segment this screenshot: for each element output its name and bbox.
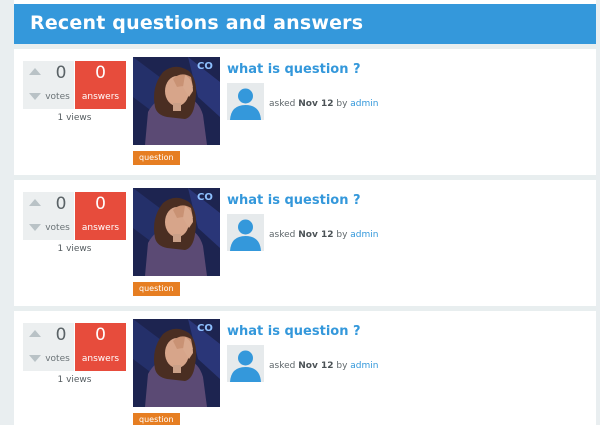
asked-label: asked (269, 99, 296, 109)
vote-count: 0 (55, 325, 67, 345)
vote-count: 0 (55, 63, 67, 83)
question-tag[interactable]: question (133, 413, 180, 425)
by-label: by (336, 230, 348, 240)
by-label: by (336, 361, 348, 371)
votes-label: votes (45, 92, 70, 102)
user-link[interactable]: admin (350, 361, 378, 371)
vote-up-icon[interactable] (29, 68, 41, 75)
question-title-link[interactable]: what is question ? (227, 193, 361, 208)
svg-text:CO: CO (197, 61, 213, 72)
user-link[interactable]: admin (350, 99, 378, 109)
answers-label: answers (81, 223, 120, 233)
votes-label: votes (45, 223, 70, 233)
thumbnail-image: CO (133, 319, 220, 407)
svg-text:CO: CO (197, 323, 213, 334)
question-meta: asked Nov 12 by admin (269, 361, 378, 371)
votes-box: 0 votes (23, 61, 74, 109)
vote-up-icon[interactable] (29, 330, 41, 337)
section-header: Recent questions and answers (14, 4, 596, 44)
votes-label: votes (45, 354, 70, 364)
question-meta: asked Nov 12 by admin (269, 230, 378, 240)
answers-box: 0 answers (75, 61, 126, 109)
question-date: Nov 12 (298, 99, 334, 109)
thumbnail-image: CO (133, 188, 220, 276)
vote-count: 0 (55, 194, 67, 214)
votes-box: 0 votes (23, 323, 74, 371)
votes-box: 0 votes (23, 192, 74, 240)
answer-count: 0 (95, 325, 106, 345)
user-link[interactable]: admin (350, 230, 378, 240)
question-title-link[interactable]: what is question ? (227, 62, 361, 77)
views-count: 1 views (57, 375, 92, 385)
user-avatar-icon[interactable] (227, 214, 264, 251)
question-date: Nov 12 (298, 361, 334, 371)
question-tag[interactable]: question (133, 282, 180, 296)
by-label: by (336, 99, 348, 109)
asked-label: asked (269, 230, 296, 240)
user-avatar-icon[interactable] (227, 345, 264, 382)
answer-count: 0 (95, 194, 106, 214)
answers-box: 0 answers (75, 192, 126, 240)
question-thumbnail[interactable]: CO (133, 188, 220, 276)
question-list: 0 votes 0 answers 1 views CO question wh… (14, 44, 596, 425)
svg-text:CO: CO (197, 192, 213, 203)
views-count: 1 views (57, 244, 92, 254)
question-title-link[interactable]: what is question ? (227, 324, 361, 339)
question-item: 0 votes 0 answers 1 views CO question wh… (14, 180, 596, 306)
asked-label: asked (269, 361, 296, 371)
avatar-silhouette (230, 219, 261, 251)
question-date: Nov 12 (298, 230, 334, 240)
views-count: 1 views (57, 113, 92, 123)
question-thumbnail[interactable]: CO (133, 57, 220, 145)
question-item: 0 votes 0 answers 1 views CO question wh… (14, 49, 596, 175)
question-meta: asked Nov 12 by admin (269, 99, 378, 109)
avatar-silhouette (230, 88, 261, 120)
vote-up-icon[interactable] (29, 199, 41, 206)
user-avatar-icon[interactable] (227, 83, 264, 120)
question-tag[interactable]: question (133, 151, 180, 165)
question-item: 0 votes 0 answers 1 views CO question wh… (14, 311, 596, 425)
question-thumbnail[interactable]: CO (133, 319, 220, 407)
answers-label: answers (81, 354, 120, 364)
answers-box: 0 answers (75, 323, 126, 371)
answer-count: 0 (95, 63, 106, 83)
thumbnail-image: CO (133, 57, 220, 145)
answers-label: answers (81, 92, 120, 102)
section-title: Recent questions and answers (30, 12, 364, 34)
avatar-silhouette (230, 350, 261, 382)
